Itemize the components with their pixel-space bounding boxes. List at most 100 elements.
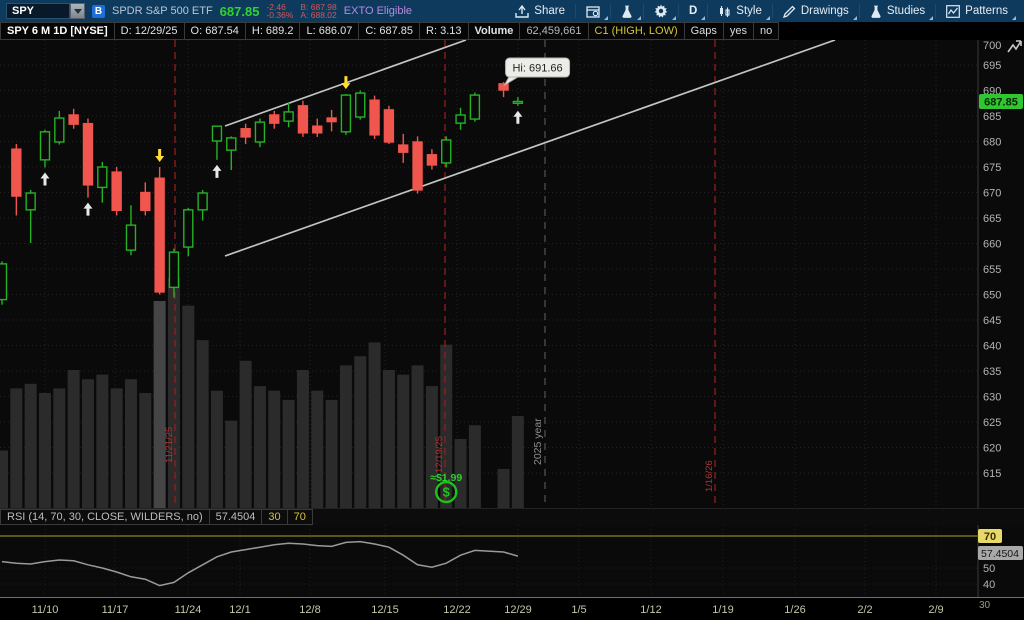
volume-bar	[53, 388, 65, 508]
exto-eligible-label: EXTO Eligible	[344, 5, 412, 17]
drawings-button[interactable]: Drawings	[773, 0, 859, 22]
candlestick	[470, 93, 479, 122]
candle-body	[55, 118, 64, 142]
time-tick-label: 11/24	[164, 604, 212, 616]
time-tick-label: 2/9	[912, 604, 960, 616]
time-tick-label: 12/1	[216, 604, 264, 616]
candle-body	[327, 118, 336, 122]
ohlc-cell: C: 687.85	[358, 22, 420, 40]
volume-bar	[168, 278, 180, 508]
symbol-box: SPY	[6, 3, 85, 19]
symbol-dropdown-button[interactable]	[70, 3, 85, 19]
symbol-badge-icon[interactable]: B	[92, 5, 105, 18]
symbol-input[interactable]: SPY	[6, 3, 70, 19]
time-tick-label: 1/19	[699, 604, 747, 616]
gaps-no-button[interactable]: no	[753, 22, 779, 40]
company-name: SPDR S&P 500 ETF	[112, 5, 213, 17]
price-tick-label: 680	[983, 137, 1001, 149]
candle-body	[83, 124, 92, 185]
candle-body	[26, 193, 35, 210]
rsi-oversold-tick-label: 30	[979, 600, 1003, 611]
rsi-chart[interactable]: 50407057.4504	[0, 525, 1024, 597]
candle-body	[470, 95, 479, 119]
last-price-badge: 687.85	[984, 96, 1018, 108]
price-tick-label: 620	[983, 443, 1001, 455]
tools-button[interactable]	[611, 0, 643, 22]
candle-body	[155, 178, 164, 292]
rsi-low-level[interactable]: 30	[261, 509, 287, 525]
studies-button[interactable]: Studies	[860, 0, 935, 22]
candle-body	[255, 122, 264, 142]
ask-value: A: 688.02	[300, 11, 336, 20]
candle-body	[12, 149, 21, 196]
volume-bar	[39, 393, 51, 508]
price-tick-label: 635	[983, 366, 1001, 378]
volume-bar	[25, 384, 37, 508]
candle-body	[370, 100, 379, 135]
expiration-date-label: 1/16/26	[704, 460, 715, 492]
candlestick	[0, 261, 7, 304]
rsi-tick-label: 50	[983, 563, 995, 575]
candle-body	[341, 95, 350, 132]
time-tick-label: 1/5	[555, 604, 603, 616]
settings-button[interactable]	[644, 0, 678, 22]
rsi-value-badge: 57.4504	[981, 548, 1019, 560]
volume-bar	[354, 356, 366, 508]
price-tick-label: 695	[983, 60, 1001, 72]
time-axis[interactable]: 11/1011/1711/2412/112/812/1512/2212/291/…	[0, 597, 1024, 620]
candle-body	[456, 115, 465, 123]
candlestick	[112, 167, 121, 215]
time-tick-label: 1/26	[771, 604, 819, 616]
change-percent: -0.36%	[266, 11, 293, 20]
style-button[interactable]: Style	[708, 0, 772, 22]
volume-bar	[254, 386, 266, 508]
timeframe-button[interactable]: D	[679, 0, 707, 22]
time-tick-label: 12/15	[361, 604, 409, 616]
drawings-label: Drawings	[801, 5, 849, 17]
chart-title: SPY 6 M 1D [NYSE]	[0, 22, 115, 40]
change-stack: -2.46 -0.36%	[266, 3, 293, 20]
volume-bar	[154, 301, 166, 508]
volume-bar	[240, 361, 252, 508]
toolbar-actions: Share	[505, 0, 1018, 22]
time-tick-label: 12/29	[494, 604, 542, 616]
price-tick-label: 640	[983, 341, 1001, 353]
volume-bar	[182, 306, 194, 508]
volume-bar	[469, 425, 481, 508]
patterns-button[interactable]: Patterns	[936, 0, 1018, 22]
studies-label: Studies	[887, 5, 925, 17]
calendar-events-button[interactable]	[576, 0, 610, 22]
expiration-date-label: 11/21/25	[164, 427, 175, 463]
candle-body	[69, 115, 78, 124]
high-callout-label: Hi: 691.66	[512, 63, 562, 75]
rsi-params[interactable]: RSI (14, 70, 30, CLOSE, WILDERS, no)	[0, 509, 210, 525]
candle-body	[141, 193, 150, 211]
price-tick-label: 675	[983, 162, 1001, 174]
volume-bar	[68, 370, 80, 508]
style-icon	[718, 5, 731, 18]
volume-bar	[498, 469, 510, 508]
candle-body	[427, 155, 436, 165]
style-label: Style	[736, 5, 762, 17]
candle-body	[442, 140, 451, 163]
candlestick	[384, 106, 393, 144]
volume-bar	[0, 451, 8, 509]
volume-bar	[326, 400, 338, 508]
gaps-yes-button[interactable]: yes	[723, 22, 754, 40]
price-chart[interactable]: 7006956906856806756706656606556506456406…	[0, 40, 1024, 508]
volume-bar	[297, 370, 309, 508]
candlestick	[370, 96, 379, 139]
volume-bar	[125, 379, 137, 508]
rsi-high-level[interactable]: 70	[287, 509, 313, 525]
share-button[interactable]: Share	[505, 0, 575, 22]
c1-high-low-label: C1 (HIGH, LOW)	[588, 22, 685, 40]
candle-body	[413, 142, 422, 190]
candle-body	[241, 129, 250, 137]
candle-body	[313, 126, 322, 133]
volume-bar	[283, 400, 295, 508]
candlestick	[155, 167, 164, 295]
price-tick-label: 670	[983, 188, 1001, 200]
volume-bar	[197, 340, 209, 508]
candle-body	[126, 225, 135, 250]
price-tick-label: 645	[983, 315, 1001, 327]
